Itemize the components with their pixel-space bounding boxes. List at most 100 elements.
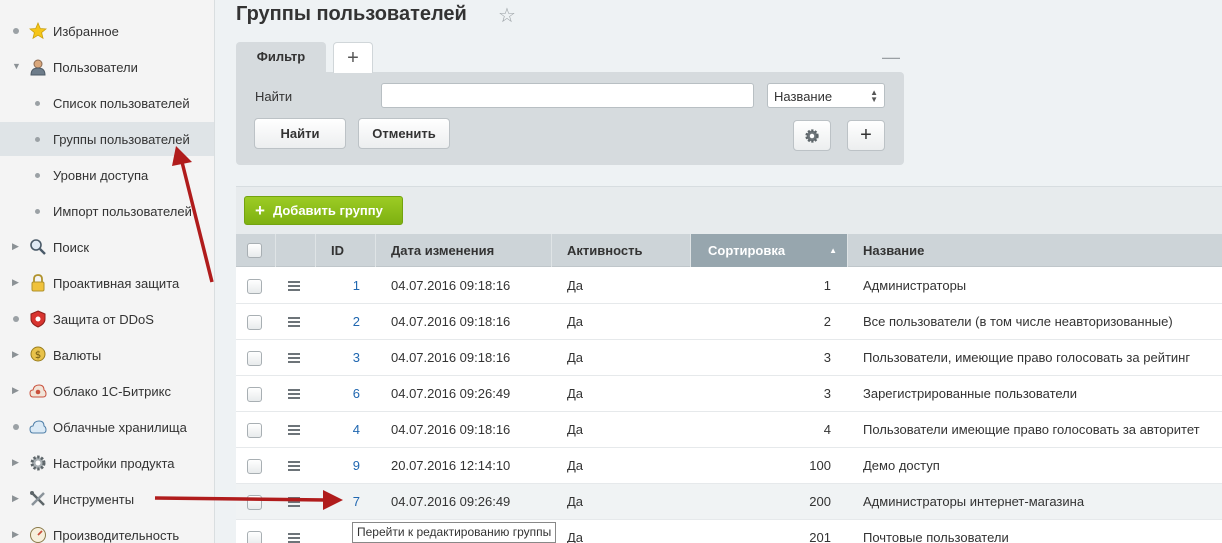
sidebar-item-user-list[interactable]: Список пользователей <box>0 86 214 120</box>
row-checkbox[interactable] <box>247 531 262 543</box>
row-menu-icon[interactable] <box>288 281 300 291</box>
chevron-right-icon: ▶ <box>12 493 19 503</box>
select-all-checkbox[interactable] <box>247 243 262 258</box>
row-checkbox[interactable] <box>247 495 262 510</box>
row-sort: 3 <box>823 386 831 401</box>
sidebar-item-tools[interactable]: ▶ Инструменты <box>0 482 214 516</box>
svg-text:$: $ <box>35 350 41 361</box>
column-header-id[interactable]: ID <box>316 234 376 267</box>
row-id-link[interactable]: 9 <box>316 448 360 484</box>
chevron-right-icon: ▶ <box>12 241 19 251</box>
column-header-date[interactable]: Дата изменения <box>376 234 552 267</box>
row-id-link[interactable]: 2 <box>316 304 360 340</box>
row-sort: 2 <box>823 314 831 329</box>
sidebar-item-user-groups[interactable]: Группы пользователей <box>0 122 214 156</box>
row-checkbox[interactable] <box>247 315 262 330</box>
row-menu-icon[interactable] <box>288 353 300 363</box>
row-id-link[interactable]: 4 <box>316 412 360 448</box>
row-menu-icon[interactable] <box>288 497 300 507</box>
cancel-button[interactable]: Отменить <box>358 118 450 149</box>
row-active: Да <box>567 458 584 473</box>
row-name: Зарегистрированные пользователи <box>863 386 1078 401</box>
sidebar-item-search[interactable]: ▶ Поиск <box>0 230 214 264</box>
row-id-link[interactable]: 1 <box>316 268 360 304</box>
add-filter-field-button[interactable]: + <box>847 120 885 151</box>
column-header-active[interactable]: Активность <box>552 234 691 267</box>
row-active: Да <box>567 278 584 293</box>
chevron-down-icon: ▼ <box>12 61 21 71</box>
row-active: Да <box>567 494 584 509</box>
add-filter-tab-button[interactable]: + <box>333 42 373 73</box>
row-menu-icon[interactable] <box>288 425 300 435</box>
sidebar-item-user-import[interactable]: Импорт пользователей <box>0 194 214 228</box>
search-field-select[interactable]: Название ▲ ▼ <box>767 83 885 108</box>
collapse-filter-icon[interactable]: — <box>882 47 900 68</box>
row-checkbox[interactable] <box>247 423 262 438</box>
header-actions-cell <box>276 234 316 267</box>
speedometer-icon <box>30 527 46 543</box>
gear-icon <box>30 455 46 471</box>
table-row[interactable]: 3 04.07.2016 09:18:16 Да 3 Пользователи, име… <box>236 340 1222 376</box>
row-menu-icon[interactable] <box>288 317 300 327</box>
row-sort: 1 <box>823 278 831 293</box>
row-sort: 200 <box>809 494 831 509</box>
row-menu-icon[interactable] <box>288 461 300 471</box>
sidebar-item-label: Настройки продукта <box>53 456 175 471</box>
row-checkbox[interactable] <box>247 387 262 402</box>
row-id-link[interactable]: 7 <box>316 484 360 520</box>
row-sort: 100 <box>809 458 831 473</box>
column-header-sort[interactable]: Сортировка ▲ <box>691 234 848 267</box>
page-title: Группы пользователей <box>236 3 467 25</box>
row-id-link[interactable]: 6 <box>316 376 360 412</box>
sidebar-item-performance[interactable]: ▶ Производительность <box>0 518 214 543</box>
sidebar-item-settings[interactable]: ▶ Настройки продукта <box>0 446 214 480</box>
find-label: Найти <box>255 89 293 104</box>
sidebar-item-proactive[interactable]: ▶ Проактивная защита <box>0 266 214 300</box>
find-button[interactable]: Найти <box>254 118 346 149</box>
sidebar-item-users[interactable]: ▼ Пользователи <box>0 50 214 84</box>
row-active: Да <box>567 422 584 437</box>
row-menu-icon[interactable] <box>288 389 300 399</box>
sidebar-item-label: Импорт пользователей <box>53 204 192 219</box>
row-name: Администраторы <box>863 278 967 293</box>
bullet-icon <box>35 173 40 178</box>
shield-icon <box>30 310 46 328</box>
table-row[interactable]: 4 04.07.2016 09:18:16 Да 4 Пользователи имею… <box>236 412 1222 448</box>
row-sort: 201 <box>809 530 831 543</box>
filter-settings-button[interactable] <box>793 120 831 151</box>
sidebar-item-favorites[interactable]: Избранное <box>0 14 214 48</box>
search-input[interactable] <box>381 83 754 108</box>
table-row[interactable]: 6 04.07.2016 09:26:49 Да 3 Зарегистрированны… <box>236 376 1222 412</box>
search-icon <box>30 239 46 255</box>
row-name: Пользователи имеющие право голосовать за… <box>863 422 1200 437</box>
favorite-star-icon[interactable]: ☆ <box>498 3 516 28</box>
user-icon <box>30 59 46 76</box>
sidebar-item-bitrix-cloud[interactable]: ▶ Облако 1С-Битрикс <box>0 374 214 408</box>
bullet-icon <box>35 209 40 214</box>
header-checkbox-cell <box>236 234 276 267</box>
row-checkbox[interactable] <box>247 279 262 294</box>
currency-icon: $ <box>30 346 46 362</box>
table-row[interactable]: 9 20.07.2016 12:14:10 Да 100 Демо доступ <box>236 448 1222 484</box>
sidebar-item-label: Проактивная защита <box>53 276 180 291</box>
add-group-label: Добавить группу <box>272 203 383 218</box>
chevron-right-icon: ▶ <box>12 529 19 539</box>
table-row[interactable]: 1 04.07.2016 09:18:16 Да 1 Администраторы <box>236 268 1222 304</box>
table-row[interactable]: 2 04.07.2016 09:18:16 Да 2 Все пользователи … <box>236 304 1222 340</box>
row-checkbox[interactable] <box>247 459 262 474</box>
sidebar-item-currencies[interactable]: ▶ $ Валюты <box>0 338 214 372</box>
tab-filter[interactable]: Фильтр <box>236 42 326 73</box>
row-id-link[interactable]: 3 <box>316 340 360 376</box>
sidebar-item-label: Поиск <box>53 240 90 255</box>
row-date: 04.07.2016 09:26:49 <box>391 386 511 401</box>
sidebar-item-ddos[interactable]: Защита от DDoS <box>0 302 214 336</box>
row-menu-icon[interactable] <box>288 533 300 543</box>
plus-icon: + <box>255 201 265 220</box>
row-date: 04.07.2016 09:18:16 <box>391 278 511 293</box>
table-row[interactable]: 7 04.07.2016 09:26:49 Да 200 Администраторы … <box>236 484 1222 520</box>
column-header-name[interactable]: Название <box>848 234 1222 267</box>
row-checkbox[interactable] <box>247 351 262 366</box>
sidebar-item-cloud-storage[interactable]: Облачные хранилища <box>0 410 214 444</box>
add-group-button[interactable]: + Добавить группу <box>244 196 403 225</box>
sidebar-item-access-levels[interactable]: Уровни доступа <box>0 158 214 192</box>
